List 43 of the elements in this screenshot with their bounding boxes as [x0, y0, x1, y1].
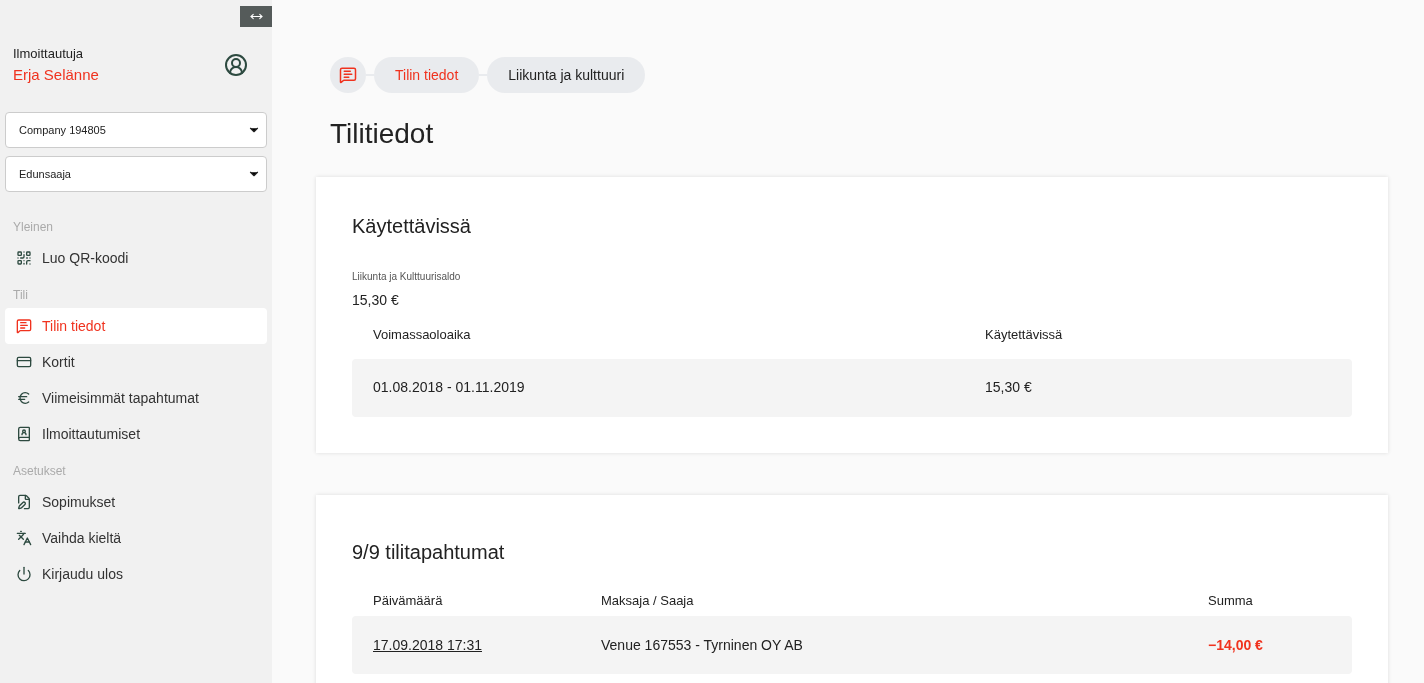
chat-icon: [339, 66, 357, 84]
table-cell-text: 15,30 €: [985, 378, 1033, 397]
page-title: Tilitiedot: [330, 117, 435, 151]
translate-icon: [16, 530, 32, 546]
card-title: Käytettävissä: [352, 214, 472, 239]
avatar-icon[interactable]: [224, 53, 248, 77]
section-heading: Asetukset: [12, 463, 67, 480]
date-link[interactable]: 17.09.2018 17:31: [373, 634, 482, 656]
column-header: Maksaja / Saaja: [601, 591, 695, 610]
euro-icon: [16, 390, 32, 406]
section-heading: Yleinen: [12, 219, 55, 236]
amount-cell-text: −14,00 €: [1208, 635, 1264, 655]
section-heading: Tili: [12, 287, 29, 304]
collapse-button[interactable]: [240, 6, 272, 27]
chat-icon: [16, 318, 32, 334]
column-header: Käytettävissä: [985, 326, 1064, 344]
nav-item[interactable]: Luo QR-koodi: [5, 240, 267, 276]
card-title: 9/9 tilitapahtumat: [352, 539, 506, 565]
nav-item[interactable]: Kirjaudu ulos: [5, 556, 267, 592]
column-header: Voimassaoloaika: [373, 326, 472, 344]
document-edit-icon: [16, 494, 32, 510]
breadcrumb-item[interactable]: Liikunta ja kulttuuri: [487, 57, 646, 93]
table-cell-text: Venue 167553 - Tyrninen OY AB: [601, 635, 804, 655]
user-name: Erja Selänne: [13, 64, 99, 85]
column-header: Summa: [1208, 591, 1254, 610]
nav-item[interactable]: Ilmoittautumiset: [5, 416, 267, 452]
nav-item[interactable]: Kortit: [5, 344, 267, 380]
dropdown[interactable]: Edunsaaja: [5, 156, 267, 192]
balance-value: 15,30 €: [352, 291, 400, 310]
qr-code-icon: [16, 250, 32, 266]
breadcrumb-home[interactable]: [330, 57, 366, 93]
nav-item[interactable]: Sopimukset: [5, 484, 267, 520]
user-label: Ilmoittautuja: [13, 45, 85, 63]
column-header: Päivämäärä: [373, 591, 444, 610]
table-cell-text: 01.08.2018 - 01.11.2019: [373, 378, 526, 397]
nav-item[interactable]: Viimeisimmät tapahtumat: [5, 380, 267, 416]
power-icon: [16, 566, 32, 582]
nav-item[interactable]: Tilin tiedot: [5, 308, 267, 344]
contact-book-icon: [16, 426, 32, 442]
nav-item[interactable]: Vaihda kieltä: [5, 520, 267, 556]
balance-label: Liikunta ja Kulttuurisaldo: [352, 270, 462, 284]
card-icon: [16, 354, 32, 370]
dropdown[interactable]: Company 194805: [5, 112, 267, 148]
